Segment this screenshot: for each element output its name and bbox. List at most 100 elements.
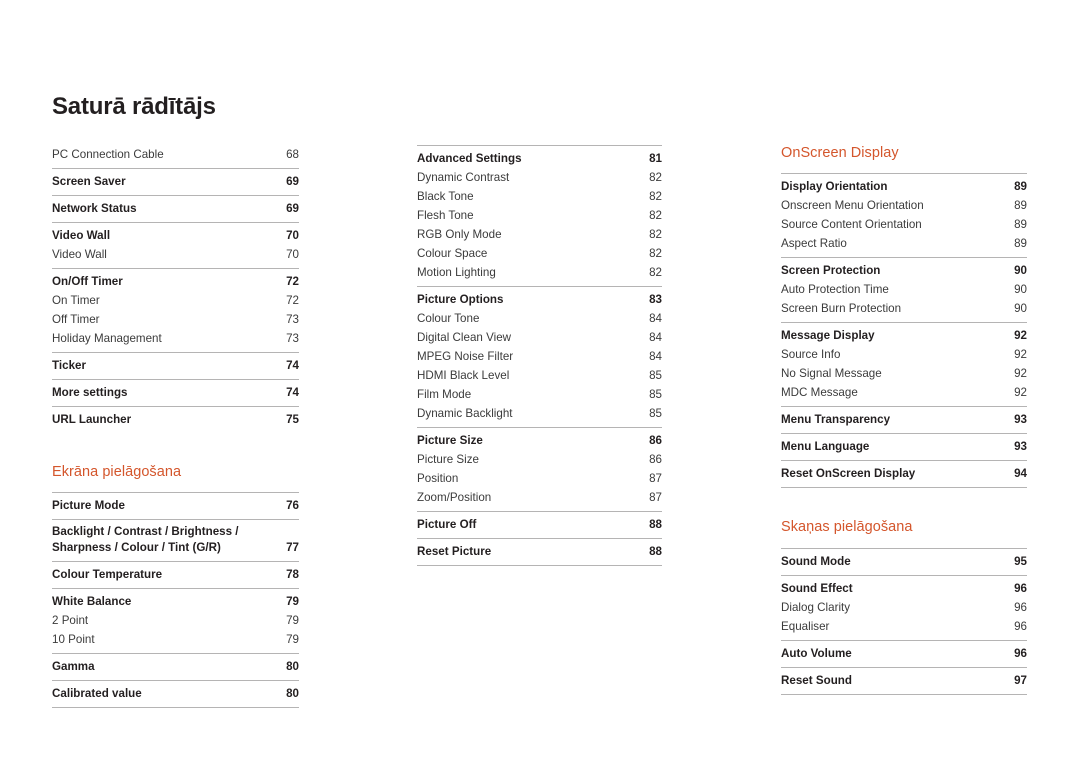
toc-entry-sub[interactable]: Dynamic Contrast 82 — [417, 168, 662, 187]
toc-entry-sub[interactable]: Onscreen Menu Orientation 89 — [781, 196, 1027, 215]
toc-entry-sub[interactable]: Colour Tone 84 — [417, 309, 662, 328]
toc-entry-page-number: 82 — [649, 228, 662, 241]
section-heading: OnScreen Display — [781, 145, 899, 161]
toc-entry-sub[interactable]: MDC Message 92 — [781, 383, 1027, 402]
toc-entry-page-number: 69 — [286, 202, 299, 215]
toc-entry-main[interactable]: Reset Sound 97 — [781, 671, 1027, 690]
toc-entry-sub[interactable]: Screen Burn Protection 90 — [781, 299, 1027, 318]
toc-entry-main[interactable]: Reset Picture 88 — [417, 542, 662, 561]
toc-entry-page-number: 97 — [1014, 673, 1027, 687]
toc-entry-sub[interactable]: 10 Point 79 — [52, 630, 299, 649]
toc-entry-main[interactable]: URL Launcher 75 — [52, 410, 299, 429]
toc-entry-main[interactable]: Calibrated value 80 — [52, 684, 299, 703]
toc-entry-label: Colour Tone — [417, 312, 480, 325]
toc-entry-main[interactable]: Display Orientation 89 — [781, 177, 1027, 196]
toc-group: Menu Transparency 93 — [781, 406, 1027, 433]
toc-group: Video Wall 70 Video Wall 70 — [52, 222, 299, 268]
toc-entry-sub[interactable]: Aspect Ratio 89 — [781, 234, 1027, 253]
toc-group: Network Status 69 — [52, 195, 299, 222]
toc-entry-page-number: 73 — [286, 332, 299, 345]
toc-entry-label: Picture Options — [417, 293, 504, 306]
toc-entry-label: Calibrated value — [52, 687, 142, 701]
toc-entry-page-number: 72 — [286, 275, 299, 288]
toc-entry-label: Reset Sound — [781, 673, 852, 687]
toc-entry-main[interactable]: Picture Mode 76 — [52, 496, 299, 515]
toc-entry-main[interactable]: Picture Options 83 — [417, 290, 662, 309]
toc-group: Picture Options 83 Colour Tone 84 Digital Cl… — [417, 286, 662, 427]
toc-entry-sub[interactable]: Motion Lighting 82 — [417, 263, 662, 282]
toc-entry-main[interactable]: Screen Protection 90 — [781, 261, 1027, 280]
toc-entry-main[interactable]: Colour Temperature 78 — [52, 565, 299, 584]
toc-entry-sub[interactable]: Position 87 — [417, 469, 662, 488]
toc-entry-sub[interactable]: HDMI Black Level 85 — [417, 366, 662, 385]
toc-entry-sub[interactable]: Black Tone 82 — [417, 187, 662, 206]
toc-entry-sub[interactable]: Film Mode 85 — [417, 385, 662, 404]
toc-entry-main[interactable]: White Balance 79 — [52, 592, 299, 611]
toc-entry-label: On/Off Timer — [52, 275, 123, 288]
toc-entry-sub[interactable]: Flesh Tone 82 — [417, 206, 662, 225]
toc-entry-sub[interactable]: Picture Size 86 — [417, 450, 662, 469]
toc-entry-label: Off Timer — [52, 313, 100, 326]
toc-entry-sub[interactable]: Holiday Management 73 — [52, 329, 299, 348]
toc-entry-sub[interactable]: Auto Protection Time 90 — [781, 280, 1027, 299]
toc-entry-sub[interactable]: On Timer 72 — [52, 291, 299, 310]
toc-entry-page-number: 79 — [286, 595, 299, 609]
toc-group: Picture Mode 76 — [52, 492, 299, 519]
toc-entry-sub[interactable]: Dynamic Backlight 85 — [417, 404, 662, 423]
toc-entry-main[interactable]: Advanced Settings 81 — [417, 149, 662, 168]
toc-entry-page-number: 84 — [649, 331, 662, 344]
toc-entry-main[interactable]: Video Wall 70 — [52, 226, 299, 245]
toc-entry-main[interactable]: Sound Effect 96 — [781, 579, 1027, 598]
toc-entry-main[interactable]: Message Display 92 — [781, 326, 1027, 345]
toc-group: Gamma 80 — [52, 653, 299, 680]
toc-entry-page-number: 79 — [286, 614, 299, 628]
toc-column-3: OnScreen Display Display Orientation 89 Ons… — [781, 145, 1027, 695]
toc-entry-page-number: 89 — [1014, 199, 1027, 213]
toc-entry-main[interactable]: Picture Size 86 — [417, 431, 662, 450]
toc-entry-sub[interactable]: No Signal Message 92 — [781, 364, 1027, 383]
toc-entry-page-number: 85 — [649, 369, 662, 382]
toc-entry-sub[interactable]: PC Connection Cable 68 — [52, 145, 299, 164]
toc-group: Auto Volume 96 — [781, 639, 1027, 667]
toc-entry-sub[interactable]: Equaliser 96 — [781, 617, 1027, 636]
toc-entry-main[interactable]: Menu Transparency 93 — [781, 410, 1027, 429]
toc-entry-main[interactable]: On/Off Timer 72 — [52, 272, 299, 291]
toc-entry-main[interactable]: Auto Volume 96 — [781, 644, 1027, 663]
toc-entry-main[interactable]: Screen Saver 69 — [52, 172, 299, 191]
toc-entry-sub[interactable]: MPEG Noise Filter 84 — [417, 347, 662, 366]
toc-entry-main[interactable]: Network Status 69 — [52, 199, 299, 218]
toc-entry-sub[interactable]: Colour Space 82 — [417, 244, 662, 263]
toc-entry-label: Video Wall — [52, 248, 107, 261]
toc-entry-label: Picture Size — [417, 453, 479, 466]
toc-entry-page-number: 74 — [286, 386, 299, 399]
toc-entry-main[interactable]: Sound Mode 95 — [781, 552, 1027, 571]
toc-entry-page-number: 89 — [1014, 218, 1027, 232]
toc-entry-label: Dynamic Backlight — [417, 407, 513, 420]
toc-entry-sub[interactable]: RGB Only Mode 82 — [417, 225, 662, 244]
toc-entry-label: Auto Volume — [781, 646, 852, 660]
toc-column-1: PC Connection Cable 68 Screen Saver 69 Netwo… — [52, 145, 299, 709]
toc-entry-main[interactable]: More settings 74 — [52, 383, 299, 402]
toc-entry-sub[interactable]: 2 Point 79 — [52, 611, 299, 630]
toc-entry-page-number: 85 — [649, 388, 662, 401]
toc-entry-sub[interactable]: Video Wall 70 — [52, 245, 299, 264]
toc-entry-main[interactable]: Picture Off 88 — [417, 515, 662, 534]
toc-entry-page-number: 87 — [649, 491, 662, 504]
toc-entry-page-number: 96 — [1014, 646, 1027, 660]
toc-entry-page-number: 88 — [649, 518, 662, 531]
toc-entry-page-number: 93 — [1014, 413, 1027, 427]
toc-entry-label: Sound Effect — [781, 581, 853, 595]
toc-entry-sub[interactable]: Dialog Clarity 96 — [781, 598, 1027, 617]
toc-entry-main[interactable]: Reset OnScreen Display 94 — [781, 464, 1027, 483]
toc-entry-main[interactable]: Ticker 74 — [52, 356, 299, 375]
toc-entry-sub[interactable]: Source Content Orientation 89 — [781, 215, 1027, 234]
toc-entry-main[interactable]: Gamma 80 — [52, 657, 299, 676]
toc-entry-main[interactable]: Menu Language 93 — [781, 437, 1027, 456]
toc-entry-main[interactable]: Backlight / Contrast / Brightness / Shar… — [52, 523, 299, 557]
toc-entry-sub[interactable]: Zoom/Position 87 — [417, 488, 662, 507]
toc-entry-sub[interactable]: Digital Clean View 84 — [417, 328, 662, 347]
toc-entry-sub[interactable]: Source Info 92 — [781, 345, 1027, 364]
toc-entry-label: Advanced Settings — [417, 152, 522, 165]
toc-entry-sub[interactable]: Off Timer 73 — [52, 310, 299, 329]
toc-entry-label: Dynamic Contrast — [417, 171, 510, 184]
